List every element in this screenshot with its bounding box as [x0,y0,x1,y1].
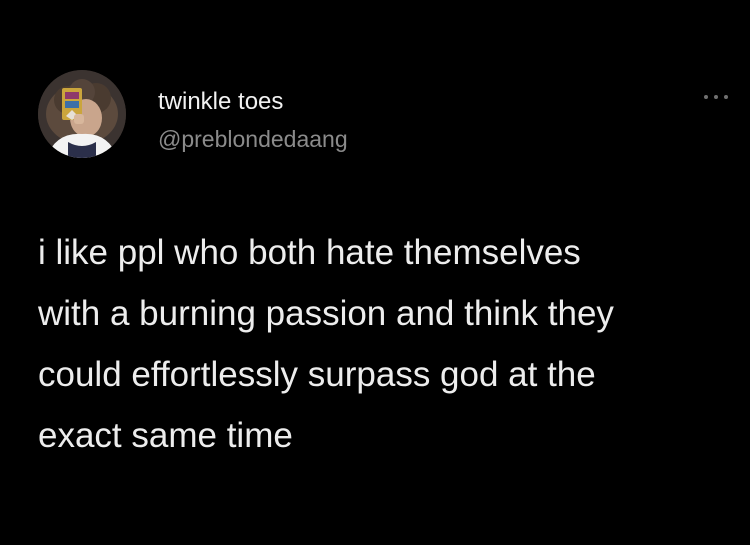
author-display-name[interactable]: twinkle toes [158,88,283,116]
more-dot [704,95,708,99]
more-dot [724,95,728,99]
more-dot [714,95,718,99]
avatar-photo-icon [38,70,126,158]
tweet-text: i like ppl who both hate themselves with… [38,222,728,466]
profile-avatar[interactable] [38,70,126,158]
author-handle[interactable]: @preblondedaang [158,125,348,153]
tweet-text-line: exact same time [38,416,293,455]
tweet-card: twinkle toes @preblondedaang i like ppl … [0,0,750,545]
more-options-icon[interactable] [704,90,728,104]
tweet-text-line: could effortlessly surpass god at the [38,355,596,394]
tweet-text-line: with a burning passion and think they [38,294,614,333]
tweet-text-line: i like ppl who both hate themselves [38,233,581,272]
